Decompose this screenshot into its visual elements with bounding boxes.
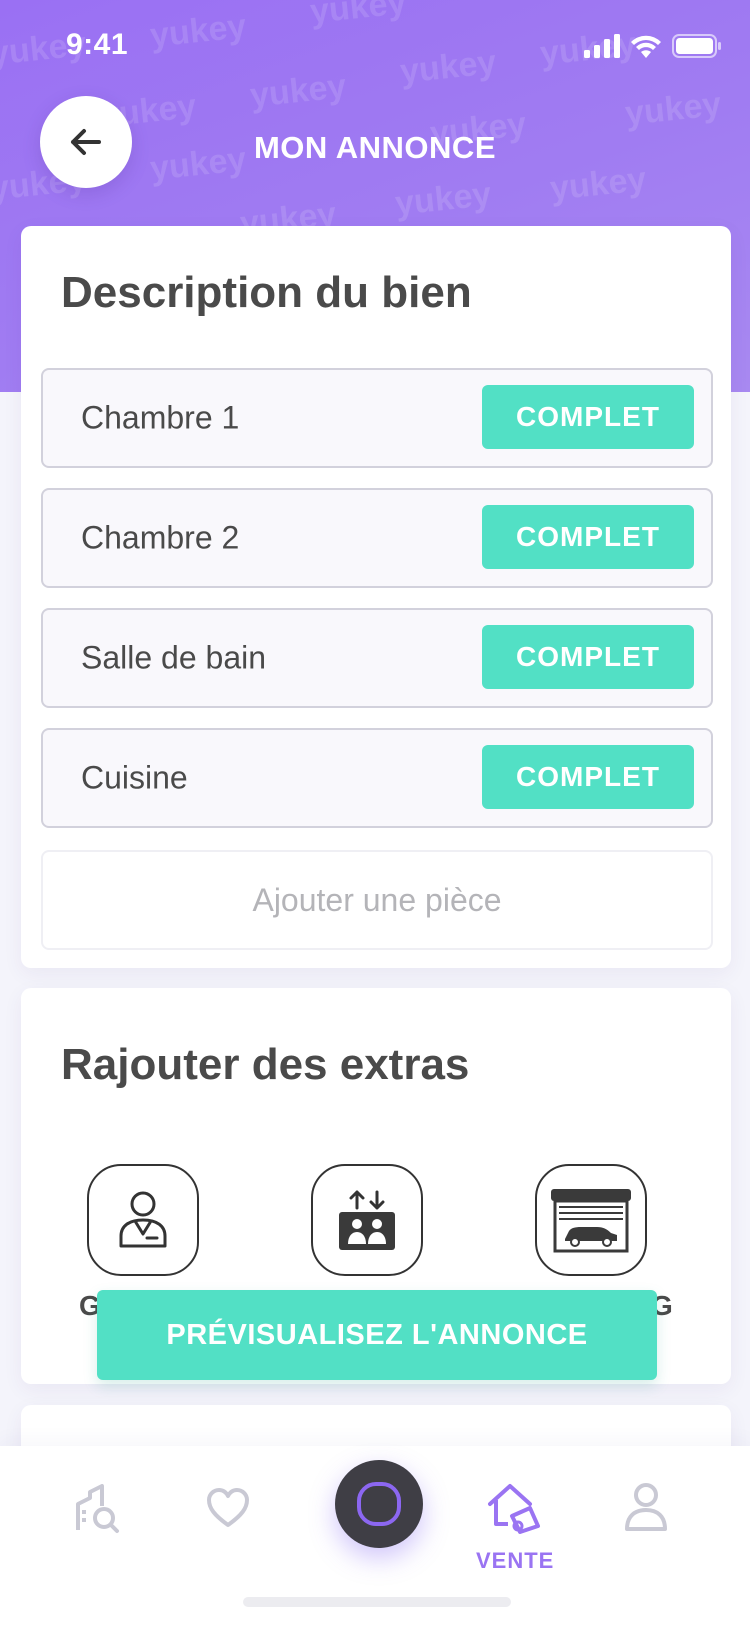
room-status-badge[interactable]: COMPLET [482, 625, 694, 689]
caretaker-icon [119, 1191, 167, 1248]
room-label: Cuisine [81, 759, 188, 796]
profile-icon [625, 1483, 667, 1531]
watermark-logo: yukey [393, 175, 494, 223]
description-card: Description du bien Chambre 1 COMPLET Ch… [21, 226, 731, 968]
room-status-badge[interactable]: COMPLET [482, 745, 694, 809]
description-title: Description du bien [61, 268, 472, 317]
tab-favorites[interactable] [206, 1488, 250, 1528]
tab-profile[interactable] [624, 1482, 668, 1532]
room-row-chambre-2[interactable]: Chambre 2 COMPLET [41, 488, 713, 588]
room-label: Chambre 2 [81, 519, 240, 556]
room-row-cuisine[interactable]: Cuisine COMPLET [41, 728, 713, 828]
tab-sell-label: VENTE [476, 1548, 555, 1573]
extra-caretaker[interactable] [87, 1164, 199, 1276]
room-row-chambre-1[interactable]: Chambre 1 COMPLET [41, 368, 713, 468]
watermark-logo: yukey [623, 85, 724, 133]
room-label: Chambre 1 [81, 399, 240, 436]
elevator-icon [339, 1190, 395, 1250]
cellular-signal-icon [584, 34, 620, 58]
status-bar: 9:41 [0, 0, 750, 90]
preview-listing-button[interactable]: PRÉVISUALISEZ L'ANNONCE [97, 1290, 657, 1380]
status-icons [584, 34, 722, 58]
heart-icon [207, 1488, 249, 1527]
add-room-button[interactable]: Ajouter une pièce [41, 850, 713, 950]
tab-assistant[interactable] [335, 1460, 423, 1548]
room-label: Salle de bain [81, 639, 267, 676]
garage-icon [551, 1189, 631, 1253]
home-indicator [243, 1597, 511, 1607]
extra-garage[interactable] [535, 1164, 647, 1276]
assistant-icon [357, 1482, 401, 1526]
sell-house-icon [488, 1484, 540, 1534]
extras-title: Rajouter des extras [61, 1040, 470, 1089]
room-status-badge[interactable]: COMPLET [482, 385, 694, 449]
search-property-icon [76, 1484, 119, 1533]
tab-sell[interactable] [486, 1482, 542, 1536]
status-time: 9:41 [66, 28, 129, 61]
wifi-icon [631, 35, 661, 58]
battery-icon [672, 34, 721, 58]
page-title: MON ANNONCE [253, 130, 496, 165]
tab-search[interactable] [74, 1484, 120, 1534]
extra-elevator[interactable] [311, 1164, 423, 1276]
room-row-salle-de-bain[interactable]: Salle de bain COMPLET [41, 608, 713, 708]
room-status-badge[interactable]: COMPLET [482, 505, 694, 569]
watermark-logo: yukey [548, 160, 649, 208]
